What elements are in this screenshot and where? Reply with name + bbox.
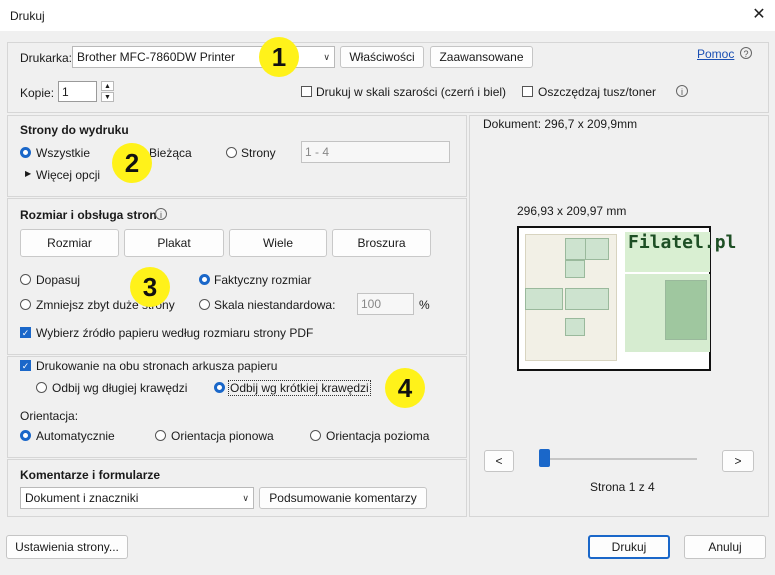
- short-edge-radio[interactable]: [214, 382, 225, 393]
- stamp-image: [565, 318, 585, 336]
- orientation-auto-label: Automatycznie: [36, 429, 115, 443]
- annotation-bubble-1: 1: [259, 37, 299, 77]
- actual-size-label: Faktyczny rozmiar: [214, 273, 312, 287]
- pages-range-input[interactable]: 1 - 4: [301, 141, 450, 163]
- duplex-checkbox[interactable]: ✓: [20, 360, 31, 371]
- sizing-heading: Rozmiar i obsługa stron: [20, 208, 157, 222]
- copies-label: Kopie:: [20, 86, 55, 100]
- copies-field[interactable]: 1: [58, 81, 97, 102]
- info-icon[interactable]: i: [676, 85, 688, 97]
- stamp-image: [565, 288, 609, 310]
- properties-button[interactable]: Właściwości: [340, 46, 424, 68]
- stamp-grid: [665, 280, 707, 340]
- short-edge-label: Odbij wg krótkiej krawędzi: [228, 380, 371, 396]
- pages-heading: Strony do wydruku: [20, 123, 129, 137]
- orientation-label: Orientacja:: [20, 409, 79, 423]
- more-options-toggle[interactable]: Więcej opcji: [36, 168, 100, 182]
- annotation-bubble-2: 2: [112, 143, 152, 183]
- paper-source-label: Wybierz źródło papieru według rozmiaru s…: [36, 326, 314, 340]
- help-link[interactable]: Pomoc: [697, 47, 734, 61]
- page-logo: Filatel.pl: [628, 232, 737, 253]
- next-page-button[interactable]: >: [722, 450, 754, 472]
- page-slider-track[interactable]: [540, 458, 697, 460]
- close-icon[interactable]: ✕: [749, 5, 769, 25]
- info-icon[interactable]: i: [155, 208, 167, 220]
- custom-scale-radio[interactable]: [199, 299, 210, 310]
- page-slider-handle[interactable]: [539, 449, 550, 467]
- stamp-image: [565, 260, 585, 278]
- window-title: Drukuj: [10, 9, 45, 23]
- title-bar: [0, 0, 775, 31]
- page-header: Filatel.pl: [625, 232, 737, 272]
- orientation-landscape-radio[interactable]: [310, 430, 321, 441]
- pages-all-label: Wszystkie: [36, 146, 90, 160]
- tab-poster[interactable]: Plakat: [124, 229, 224, 257]
- pages-range-label: Strony: [241, 146, 276, 160]
- paper-source-checkbox[interactable]: ✓: [20, 327, 31, 338]
- percent-label: %: [419, 298, 430, 312]
- page-stamp-block: [625, 274, 710, 352]
- copies-stepper[interactable]: ▲ ▼: [101, 81, 114, 102]
- long-edge-radio[interactable]: [36, 382, 47, 393]
- summarize-comments-button[interactable]: Podsumowanie komentarzy: [259, 487, 427, 509]
- tab-size[interactable]: Rozmiar: [20, 229, 119, 257]
- page-preview: Filatel.pl: [517, 226, 737, 371]
- print-button[interactable]: Drukuj: [588, 535, 670, 559]
- advanced-button[interactable]: Zaawansowane: [430, 46, 533, 68]
- help-icon[interactable]: ?: [740, 47, 752, 59]
- custom-scale-label: Skala niestandardowa:: [214, 298, 336, 312]
- orientation-portrait-label: Orientacja pionowa: [171, 429, 274, 443]
- comments-heading: Komentarze i formularze: [20, 468, 161, 482]
- stepper-up-icon[interactable]: ▲: [101, 81, 114, 91]
- stamp-image: [525, 288, 563, 310]
- orientation-portrait-radio[interactable]: [155, 430, 166, 441]
- actual-size-radio[interactable]: [199, 274, 210, 285]
- annotation-bubble-3: 3: [130, 267, 170, 307]
- chevron-down-icon: ∨: [323, 52, 330, 62]
- prev-page-button[interactable]: <: [484, 450, 514, 472]
- chevron-down-icon: ∨: [242, 493, 249, 503]
- tab-booklet[interactable]: Broszura: [332, 229, 431, 257]
- pages-range-radio[interactable]: [226, 147, 237, 158]
- expand-triangle-icon[interactable]: ▶: [25, 169, 31, 178]
- save-ink-checkbox[interactable]: [522, 86, 533, 97]
- shrink-radio[interactable]: [20, 299, 31, 310]
- stamp-image: [585, 238, 609, 260]
- pages-all-radio[interactable]: [20, 147, 31, 158]
- orientation-landscape-label: Orientacja pozioma: [326, 429, 430, 443]
- scale-input[interactable]: 100: [357, 293, 414, 315]
- orientation-auto-radio[interactable]: [20, 430, 31, 441]
- comments-selected-value: Dokument i znaczniki: [25, 491, 139, 505]
- comments-select[interactable]: Dokument i znaczniki ∨: [20, 487, 254, 509]
- fit-radio[interactable]: [20, 274, 31, 285]
- annotation-bubble-4: 4: [385, 368, 425, 408]
- document-size: Dokument: 296,7 x 209,9mm: [483, 117, 638, 131]
- duplex-label: Drukowanie na obu stronach arkusza papie…: [36, 359, 278, 373]
- cancel-button[interactable]: Anuluj: [684, 535, 766, 559]
- fit-label: Dopasuj: [36, 273, 81, 287]
- tab-multiple[interactable]: Wiele: [229, 229, 327, 257]
- paper-size: 296,93 x 209,97 mm: [517, 204, 627, 218]
- long-edge-label: Odbij wg długiej krawędzi: [52, 381, 188, 395]
- printer-selected-value: Brother MFC-7860DW Printer: [77, 50, 236, 64]
- page-setup-button[interactable]: Ustawienia strony...: [6, 535, 128, 559]
- page-indicator: Strona 1 z 4: [590, 480, 655, 494]
- printer-label: Drukarka:: [20, 51, 73, 65]
- stepper-down-icon[interactable]: ▼: [101, 92, 114, 102]
- pages-current-label: Bieżąca: [149, 146, 192, 160]
- grayscale-label: Drukuj w skali szarości (czerń i biel): [316, 85, 507, 99]
- grayscale-checkbox[interactable]: [301, 86, 312, 97]
- save-ink-label: Oszczędzaj tusz/toner: [538, 85, 657, 99]
